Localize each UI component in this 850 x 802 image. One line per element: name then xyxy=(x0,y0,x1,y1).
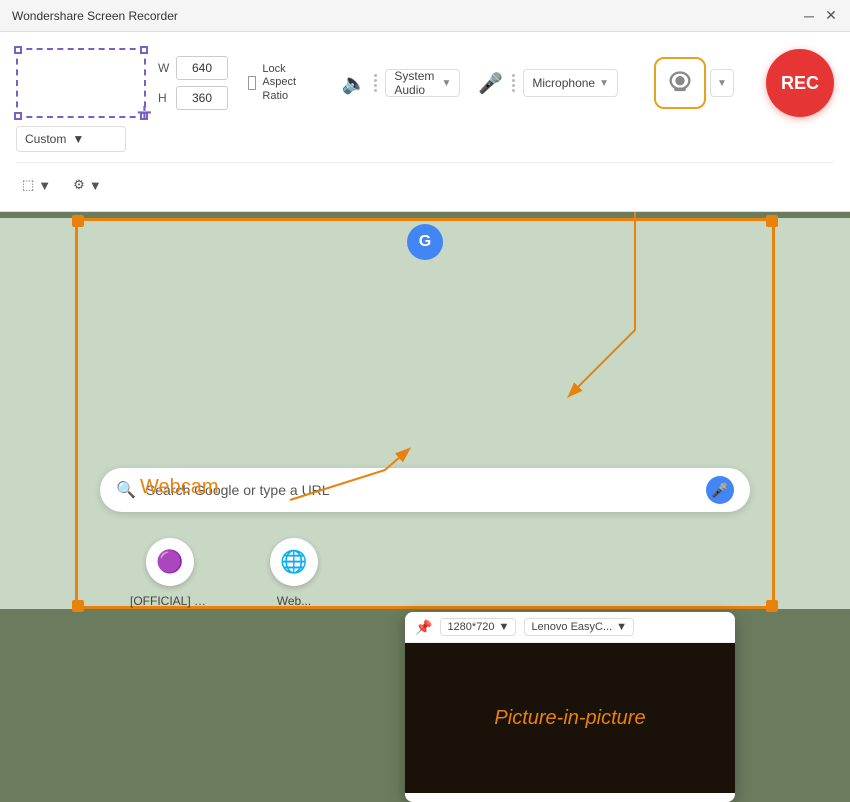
pip-camera-label: Lenovo EasyC... xyxy=(531,621,612,633)
microphone-label: Microphone xyxy=(532,76,595,90)
system-audio-chevron: ▼ xyxy=(441,78,451,89)
rec-button[interactable]: REC xyxy=(766,49,834,117)
recorder-panel: ✛ W H Lock Aspect Ratio 🔈 xyxy=(0,32,850,212)
pip-camera-chevron: ▼ xyxy=(616,621,627,633)
screenshot-chevron: ▼ xyxy=(38,178,51,193)
settings-icon: ⚙ xyxy=(73,177,85,193)
webcam-section: ▼ xyxy=(634,57,734,109)
crosshair-icon: ✛ xyxy=(137,103,152,124)
system-audio-label: System Audio xyxy=(394,69,437,97)
title-bar: Wondershare Screen Recorder ─ ✕ xyxy=(0,0,850,32)
search-input[interactable]: Search Google or type a URL xyxy=(146,482,696,498)
system-audio-block: 🔈 System Audio ▼ xyxy=(341,69,460,97)
corner-tr xyxy=(140,46,148,54)
settings-chevron: ▼ xyxy=(89,178,102,193)
app-title: Wondershare Screen Recorder xyxy=(12,9,802,23)
pip-camera-dropdown[interactable]: Lenovo EasyC... ▼ xyxy=(524,618,634,636)
preset-dropdown[interactable]: Custom ▼ xyxy=(16,126,126,152)
browser-top-strip: G xyxy=(0,218,850,258)
height-input[interactable] xyxy=(176,86,228,110)
webcam-dropdown[interactable]: ▼ xyxy=(710,69,734,97)
google-logo-text: G xyxy=(419,233,431,251)
shortcut-item-1[interactable]: 🟣 [OFFICIAL] W... xyxy=(130,538,210,608)
webcam-icon xyxy=(666,69,694,97)
pip-resolution-label: 1280*720 xyxy=(447,621,494,633)
webcam-button[interactable] xyxy=(654,57,706,109)
shortcut-item-2[interactable]: 🌐 Web... xyxy=(270,538,318,608)
pip-pin-icon: 📌 xyxy=(415,619,432,636)
width-label: W xyxy=(158,61,172,75)
lock-aspect-section: Lock Aspect Ratio xyxy=(248,63,309,103)
minimize-button[interactable]: ─ xyxy=(802,9,816,23)
microphone-icon: 🎤 xyxy=(476,71,504,96)
preset-chevron: ▼ xyxy=(72,132,84,146)
settings-tool-button[interactable]: ⚙ ▼ xyxy=(67,173,108,197)
mic-icon: 🎤 xyxy=(711,482,728,499)
microphone-chevron: ▼ xyxy=(599,78,609,89)
recorder-row-main: ✛ W H Lock Aspect Ratio 🔈 xyxy=(16,48,834,118)
screenshot-tool-button[interactable]: ⬚ ▼ xyxy=(16,173,57,197)
selection-preview[interactable]: ✛ xyxy=(16,48,146,118)
webcam-annotation-label: Webcam xyxy=(140,476,219,498)
pip-toolbar: 📌 1280*720 ▼ Lenovo EasyC... ▼ xyxy=(405,612,735,643)
corner-tl xyxy=(14,46,22,54)
google-logo-placeholder: G xyxy=(407,224,443,260)
width-row: W xyxy=(158,56,228,80)
shortcut-label-2: Web... xyxy=(277,594,311,608)
pip-resolution-dropdown[interactable]: 1280*720 ▼ xyxy=(440,618,516,636)
shortcut-icon-2: 🌐 xyxy=(270,538,318,586)
pip-label: Picture-in-picture xyxy=(494,707,645,730)
recorder-toolbar: ⬚ ▼ ⚙ ▼ xyxy=(16,162,834,197)
audio-section: 🔈 System Audio ▼ 🎤 Microphone ▼ xyxy=(341,57,734,109)
pip-resolution-chevron: ▼ xyxy=(499,621,510,633)
screenshot-icon: ⬚ xyxy=(22,177,34,193)
speaker-icon: 🔈 xyxy=(341,71,366,96)
shortcut-icon-glyph-1: 🟣 xyxy=(156,549,183,575)
webcam-annotation-area: Webcam xyxy=(140,476,219,499)
microphone-drag[interactable] xyxy=(508,74,519,92)
pip-video-area: Picture-in-picture xyxy=(405,643,735,793)
background-content: G 🔍 Search Google or type a URL 🎤 🟣 [OFF… xyxy=(0,218,850,609)
webcam-dropdown-icon: ▼ xyxy=(717,78,727,89)
search-icon: 🔍 xyxy=(116,480,136,500)
pip-panel: 📌 1280*720 ▼ Lenovo EasyC... ▼ Picture-i… xyxy=(405,612,735,802)
height-label: H xyxy=(158,91,172,105)
system-audio-drag[interactable] xyxy=(370,74,381,92)
shortcut-label-1: [OFFICIAL] W... xyxy=(130,594,210,608)
voice-search-button[interactable]: 🎤 xyxy=(706,476,734,504)
lock-aspect-label: Lock Aspect Ratio xyxy=(262,63,309,103)
system-audio-dropdown[interactable]: System Audio ▼ xyxy=(385,69,460,97)
lock-aspect-checkbox[interactable] xyxy=(248,76,256,90)
shortcut-icon-1: 🟣 xyxy=(146,538,194,586)
preset-label: Custom xyxy=(25,132,66,146)
corner-bl xyxy=(14,112,22,120)
recorder-row-preset: Custom ▼ xyxy=(16,126,834,152)
microphone-dropdown[interactable]: Microphone ▼ xyxy=(523,69,618,97)
shortcut-icon-glyph-2: 🌐 xyxy=(280,549,307,575)
microphone-block: 🎤 Microphone ▼ xyxy=(476,69,618,97)
height-row: H xyxy=(158,86,228,110)
dimensions-section: W H xyxy=(158,56,228,110)
close-button[interactable]: ✕ xyxy=(824,9,838,23)
window-controls: ─ ✕ xyxy=(802,9,838,23)
shortcuts-row: 🟣 [OFFICIAL] W... 🌐 Web... xyxy=(130,538,318,608)
width-input[interactable] xyxy=(176,56,228,80)
